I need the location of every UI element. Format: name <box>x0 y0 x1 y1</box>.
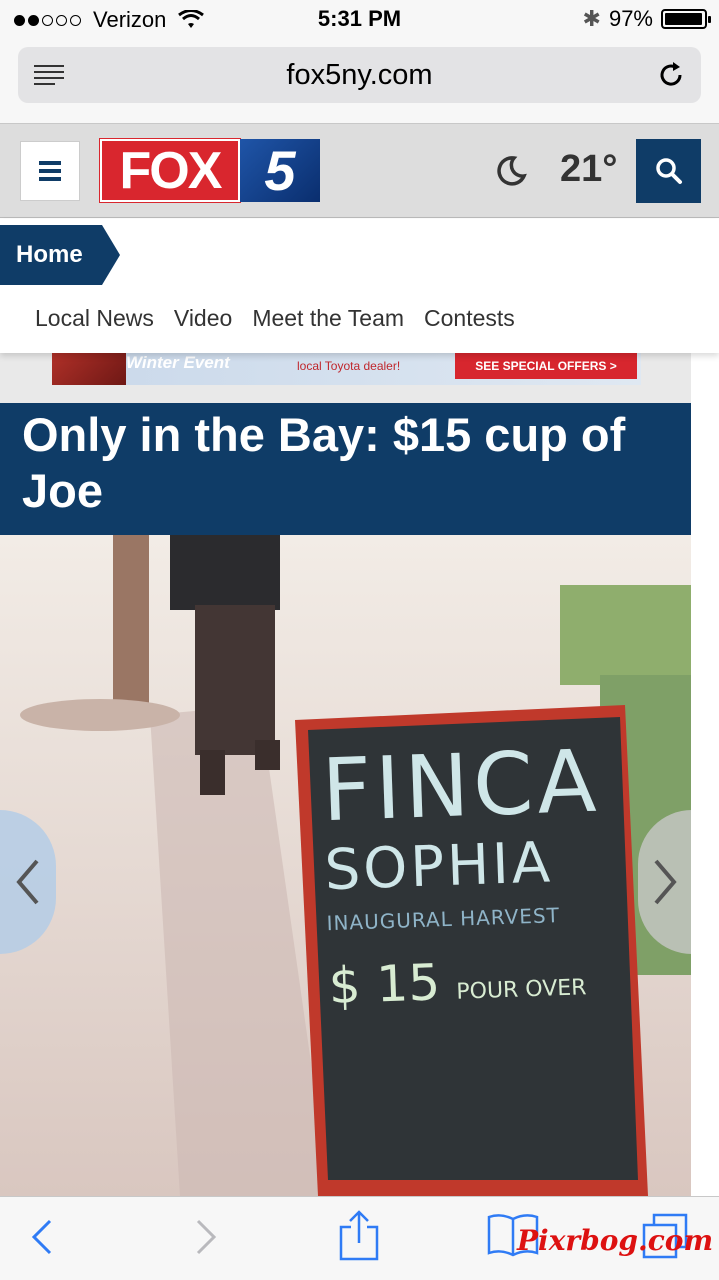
ad-cta-button[interactable]: SEE SPECIAL OFFERS > <box>455 353 637 379</box>
article-headline: Only in the Bay: $15 cup of Joe <box>22 408 626 517</box>
page-right-edge <box>691 353 719 1196</box>
ad-banner[interactable]: Winter Event local Toyota dealer! SEE SP… <box>52 353 641 385</box>
search-icon <box>655 158 682 184</box>
bluetooth-icon: ✱ <box>582 6 601 31</box>
ad-event-text: Winter Event <box>126 353 230 372</box>
status-bar: Verizon 5:31 PM ✱ 97% <box>0 0 719 40</box>
back-arrow-icon[interactable] <box>22 1215 66 1259</box>
main-content: Winter Event local Toyota dealer! SEE SP… <box>0 353 719 1196</box>
fox5-logo[interactable]: FOX 5 <box>99 138 320 203</box>
logo-fox-text: FOX <box>99 138 241 203</box>
ad-image <box>52 353 126 385</box>
browser-toolbar: Pixrbog.com <box>0 1196 719 1280</box>
site-header: FOX 5 21° <box>0 124 719 218</box>
logo-number: 5 <box>240 139 320 202</box>
nav-link-local-news[interactable]: Local News <box>35 305 154 332</box>
nav-link-contests[interactable]: Contests <box>424 305 515 332</box>
ad-dealer-text: local Toyota dealer! <box>297 359 401 373</box>
site-navigation: Home Local News Video Meet the Team Cont… <box>0 219 719 353</box>
forward-arrow-icon[interactable] <box>182 1215 226 1259</box>
browser-address-area: fox5ny.com <box>0 40 719 124</box>
temperature: 21° <box>560 148 618 190</box>
article-photo: FINCA SOPHIA INAUGURAL HARVEST $ 15 POUR… <box>0 535 691 1196</box>
chevron-left-icon <box>16 859 39 905</box>
battery-icon <box>661 9 711 29</box>
address-bar[interactable]: fox5ny.com <box>18 47 701 103</box>
search-button[interactable] <box>636 139 701 203</box>
nav-link-meet-the-team[interactable]: Meet the Team <box>252 305 404 332</box>
reload-icon[interactable] <box>655 59 687 91</box>
sign-harvest: INAUGURAL HARVEST <box>326 903 561 936</box>
sign-price: $ 15 <box>327 953 442 1016</box>
watermark: Pixrbog.com <box>517 1224 714 1257</box>
chevron-right-icon <box>654 859 677 905</box>
sign-finca: FINCA <box>320 731 602 842</box>
url-text[interactable]: fox5ny.com <box>18 59 701 92</box>
hamburger-menu-icon[interactable] <box>20 141 80 201</box>
moon-icon <box>497 156 527 186</box>
breadcrumb-home[interactable]: Home <box>0 225 120 285</box>
battery-percent: 97% <box>608 6 653 31</box>
headline-banner: Only in the Bay: $15 cup of Joe <box>0 403 691 535</box>
nav-link-video[interactable]: Video <box>174 305 232 332</box>
sign-sophia: SOPHIA <box>323 830 555 904</box>
share-icon[interactable] <box>336 1209 382 1261</box>
sign-pour-over: POUR OVER <box>455 975 587 1005</box>
